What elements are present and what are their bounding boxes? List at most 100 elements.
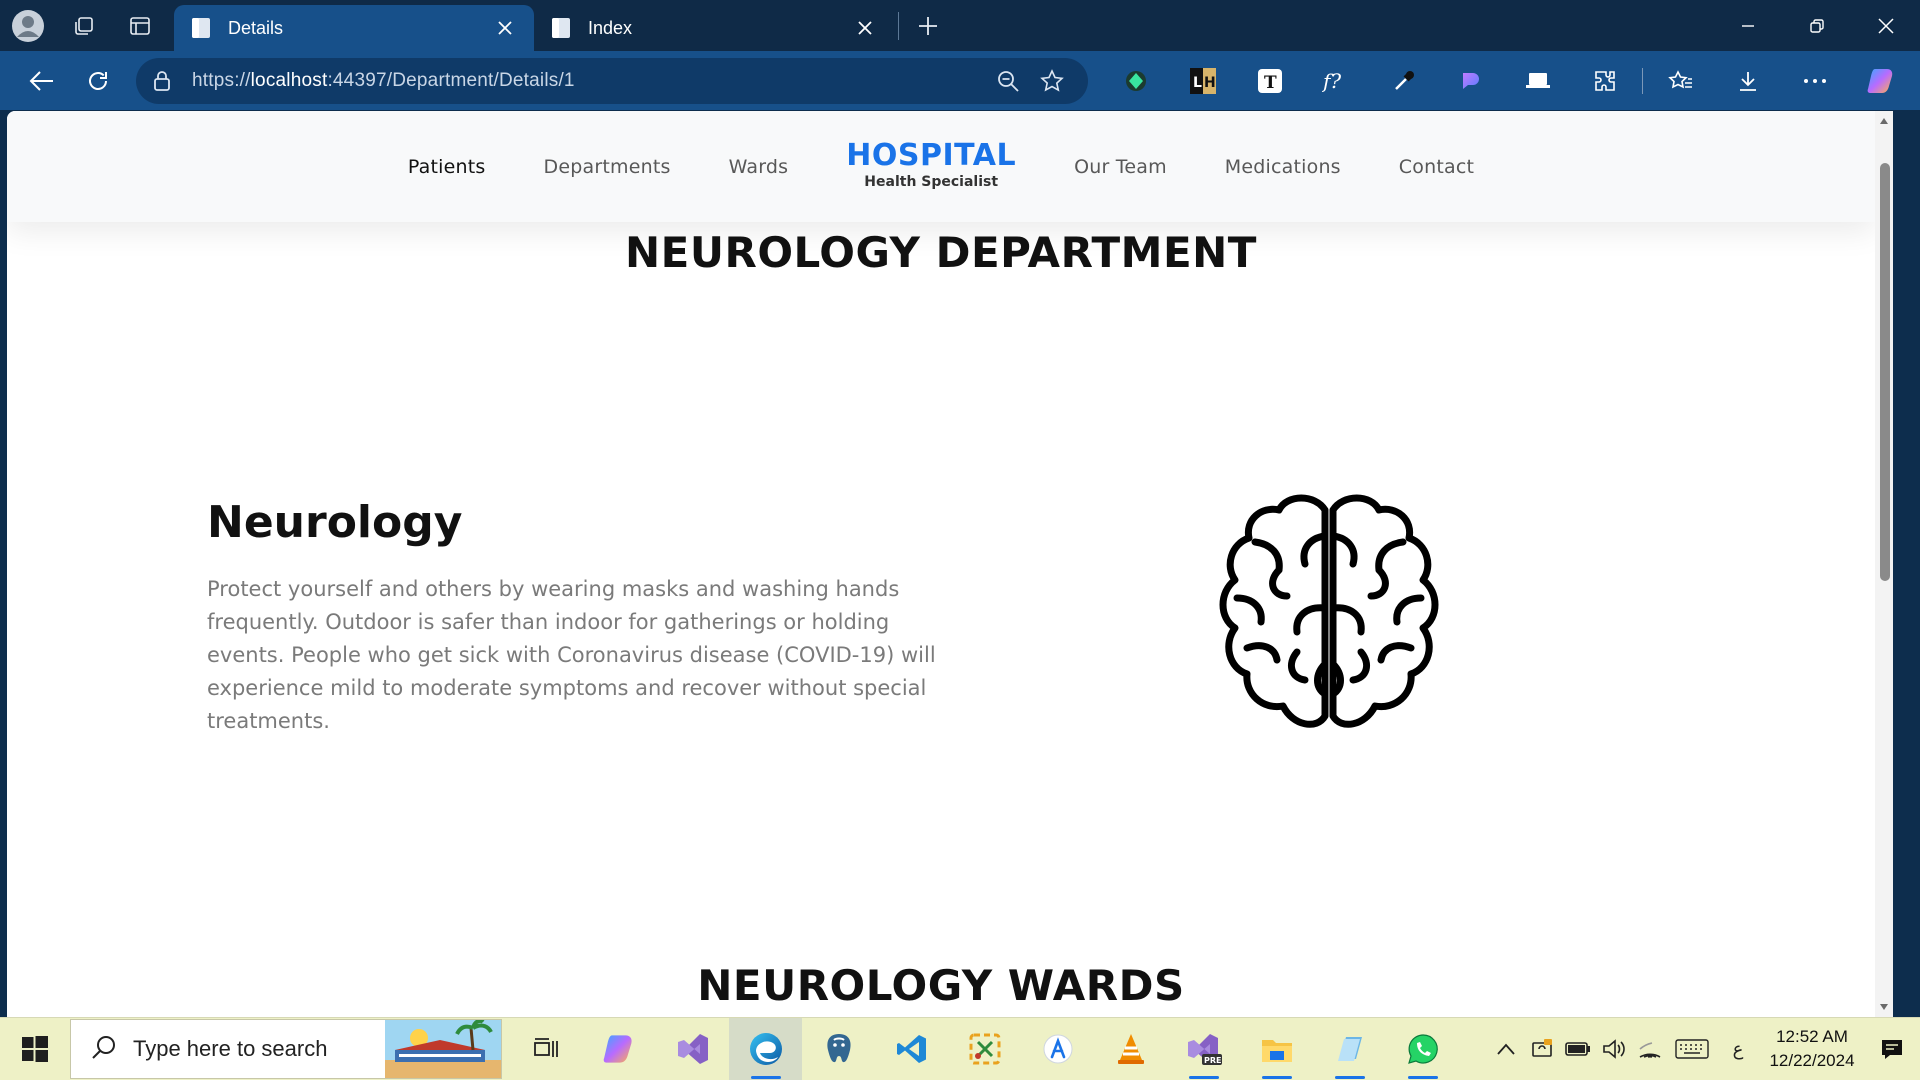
tab-separator xyxy=(898,11,899,40)
close-tab-icon[interactable] xyxy=(490,13,520,43)
browser-tab-strip: Details Index xyxy=(0,0,1920,51)
site-nav: Patients Departments Wards HOSPITAL Heal… xyxy=(379,138,1503,191)
windows-taskbar: Type here to search PRE ع 12:52 AM 12/22… xyxy=(0,1017,1920,1080)
running-indicator xyxy=(1189,1075,1219,1079)
gradient-extension-icon[interactable] xyxy=(1437,56,1504,106)
scroll-thumb[interactable] xyxy=(1880,163,1890,581)
vlc-player-icon[interactable] xyxy=(1094,1018,1167,1080)
running-indicator xyxy=(1335,1075,1365,1079)
copilot-app-icon[interactable] xyxy=(583,1018,656,1080)
department-description: Protect yourself and others by wearing m… xyxy=(207,577,936,733)
tab-label: Index xyxy=(588,17,633,38)
nav-departments[interactable]: Departments xyxy=(515,156,700,178)
sync-status-icon[interactable] xyxy=(1524,1018,1560,1080)
edge-browser-icon[interactable] xyxy=(729,1017,802,1080)
lock-icon[interactable] xyxy=(150,61,174,101)
close-window-button[interactable] xyxy=(1851,0,1920,51)
clock-date: 12/22/2024 xyxy=(1769,1051,1855,1070)
tab-label: Details xyxy=(228,17,284,38)
app-store-icon[interactable] xyxy=(1021,1018,1094,1080)
tab-index[interactable]: Index xyxy=(534,5,894,51)
site-brand[interactable]: HOSPITAL Health Specialist xyxy=(817,138,1045,191)
url-path: :44397/Department/Details/1 xyxy=(327,69,575,91)
task-view-icon[interactable] xyxy=(510,1018,583,1080)
cast-extension-icon[interactable] xyxy=(1504,56,1571,106)
svg-text:T: T xyxy=(1264,73,1277,93)
profile-avatar-icon[interactable] xyxy=(0,0,56,51)
text-extension-icon[interactable]: T xyxy=(1236,56,1303,106)
restore-button[interactable] xyxy=(1782,0,1851,51)
zoom-out-icon[interactable] xyxy=(986,61,1030,101)
page-scrollbar[interactable] xyxy=(1875,111,1893,1017)
file-explorer-icon[interactable] xyxy=(1240,1018,1313,1080)
running-indicator xyxy=(1408,1075,1438,1079)
touch-keyboard-icon[interactable] xyxy=(1668,1018,1716,1080)
search-icon xyxy=(91,1034,117,1064)
scroll-down-arrow-icon[interactable] xyxy=(1878,1001,1890,1013)
toolbar-separator xyxy=(1642,67,1643,94)
downloads-icon[interactable] xyxy=(1714,56,1781,106)
svg-text:H: H xyxy=(1204,75,1216,91)
favorites-icon[interactable] xyxy=(1647,56,1714,106)
search-highlight-illustration-icon xyxy=(385,1020,501,1078)
address-bar[interactable]: https://localhost:44397/Department/Detai… xyxy=(136,57,1088,104)
vscode-icon[interactable] xyxy=(875,1018,948,1080)
url-scheme: https:// xyxy=(192,69,251,91)
page-document-icon xyxy=(548,15,574,41)
department-name: Neurology xyxy=(207,497,463,548)
nav-our-team[interactable]: Our Team xyxy=(1045,156,1196,178)
scroll-up-arrow-icon[interactable] xyxy=(1878,115,1890,127)
search-placeholder: Type here to search xyxy=(133,1036,328,1061)
taskbar-clock[interactable]: 12:52 AM 12/22/2024 xyxy=(1760,1025,1864,1073)
nav-patients[interactable]: Patients xyxy=(379,156,515,178)
nav-wards[interactable]: Wards xyxy=(700,156,818,178)
refresh-button[interactable] xyxy=(70,56,126,106)
workspaces-icon[interactable] xyxy=(56,0,112,51)
notepad-icon[interactable] xyxy=(1313,1018,1386,1080)
color-picker-extension-icon[interactable] xyxy=(1370,56,1437,106)
page-viewport: Patients Departments Wards HOSPITAL Heal… xyxy=(7,111,1893,1017)
new-tab-button[interactable] xyxy=(903,3,953,49)
url-host: localhost xyxy=(250,69,328,91)
whatsapp-icon[interactable] xyxy=(1386,1018,1459,1080)
notification-center-icon[interactable] xyxy=(1864,1018,1920,1080)
brand-subtitle: Health Specialist xyxy=(864,173,999,190)
clock-time: 12:52 AM xyxy=(1776,1027,1848,1046)
vpn-extension-icon[interactable] xyxy=(1102,56,1169,106)
start-button[interactable] xyxy=(0,1018,70,1080)
font-finder-extension-icon[interactable]: f? xyxy=(1303,56,1370,106)
lighthouse-extension-icon[interactable]: LH xyxy=(1169,56,1236,106)
volume-icon[interactable] xyxy=(1596,1018,1632,1080)
close-tab-icon[interactable] xyxy=(850,13,880,43)
page-title: NEUROLOGY DEPARTMENT xyxy=(625,228,1257,277)
browser-toolbar: https://localhost:44397/Department/Detai… xyxy=(0,51,1920,110)
running-indicator xyxy=(1262,1075,1292,1079)
taskbar-search-box[interactable]: Type here to search xyxy=(70,1019,502,1079)
more-menu-icon[interactable] xyxy=(1781,56,1848,106)
snipping-tool-icon[interactable] xyxy=(948,1018,1021,1080)
minimize-button[interactable] xyxy=(1713,0,1782,51)
show-hidden-icons-chevron-up-icon[interactable] xyxy=(1488,1018,1524,1080)
ime-label: ع xyxy=(1732,1038,1744,1060)
favorite-star-icon[interactable] xyxy=(1030,61,1074,101)
back-button[interactable] xyxy=(14,56,70,106)
site-header: Patients Departments Wards HOSPITAL Heal… xyxy=(7,111,1875,222)
battery-icon[interactable] xyxy=(1560,1018,1596,1080)
window-controls xyxy=(1713,0,1920,51)
tab-actions-icon[interactable] xyxy=(112,0,168,51)
visual-studio-preview-icon[interactable]: PRE xyxy=(1167,1018,1240,1080)
copilot-icon[interactable] xyxy=(1848,56,1915,106)
nav-medications[interactable]: Medications xyxy=(1196,156,1370,178)
visual-studio-icon[interactable] xyxy=(656,1018,729,1080)
input-language-indicator[interactable]: ع xyxy=(1716,1018,1760,1080)
wards-title: NEUROLOGY WARDS xyxy=(697,961,1185,1010)
svg-text:PRE: PRE xyxy=(1204,1056,1222,1065)
extensions-puzzle-icon[interactable] xyxy=(1571,56,1638,106)
url-text[interactable]: https://localhost:44397/Department/Detai… xyxy=(192,70,986,92)
tab-details[interactable]: Details xyxy=(174,5,534,51)
nav-contact[interactable]: Contact xyxy=(1370,156,1503,178)
wifi-icon[interactable] xyxy=(1632,1018,1668,1080)
postgresql-icon[interactable] xyxy=(802,1018,875,1080)
system-tray: ع 12:52 AM 12/22/2024 xyxy=(1488,1018,1920,1080)
brain-icon xyxy=(1219,494,1439,728)
